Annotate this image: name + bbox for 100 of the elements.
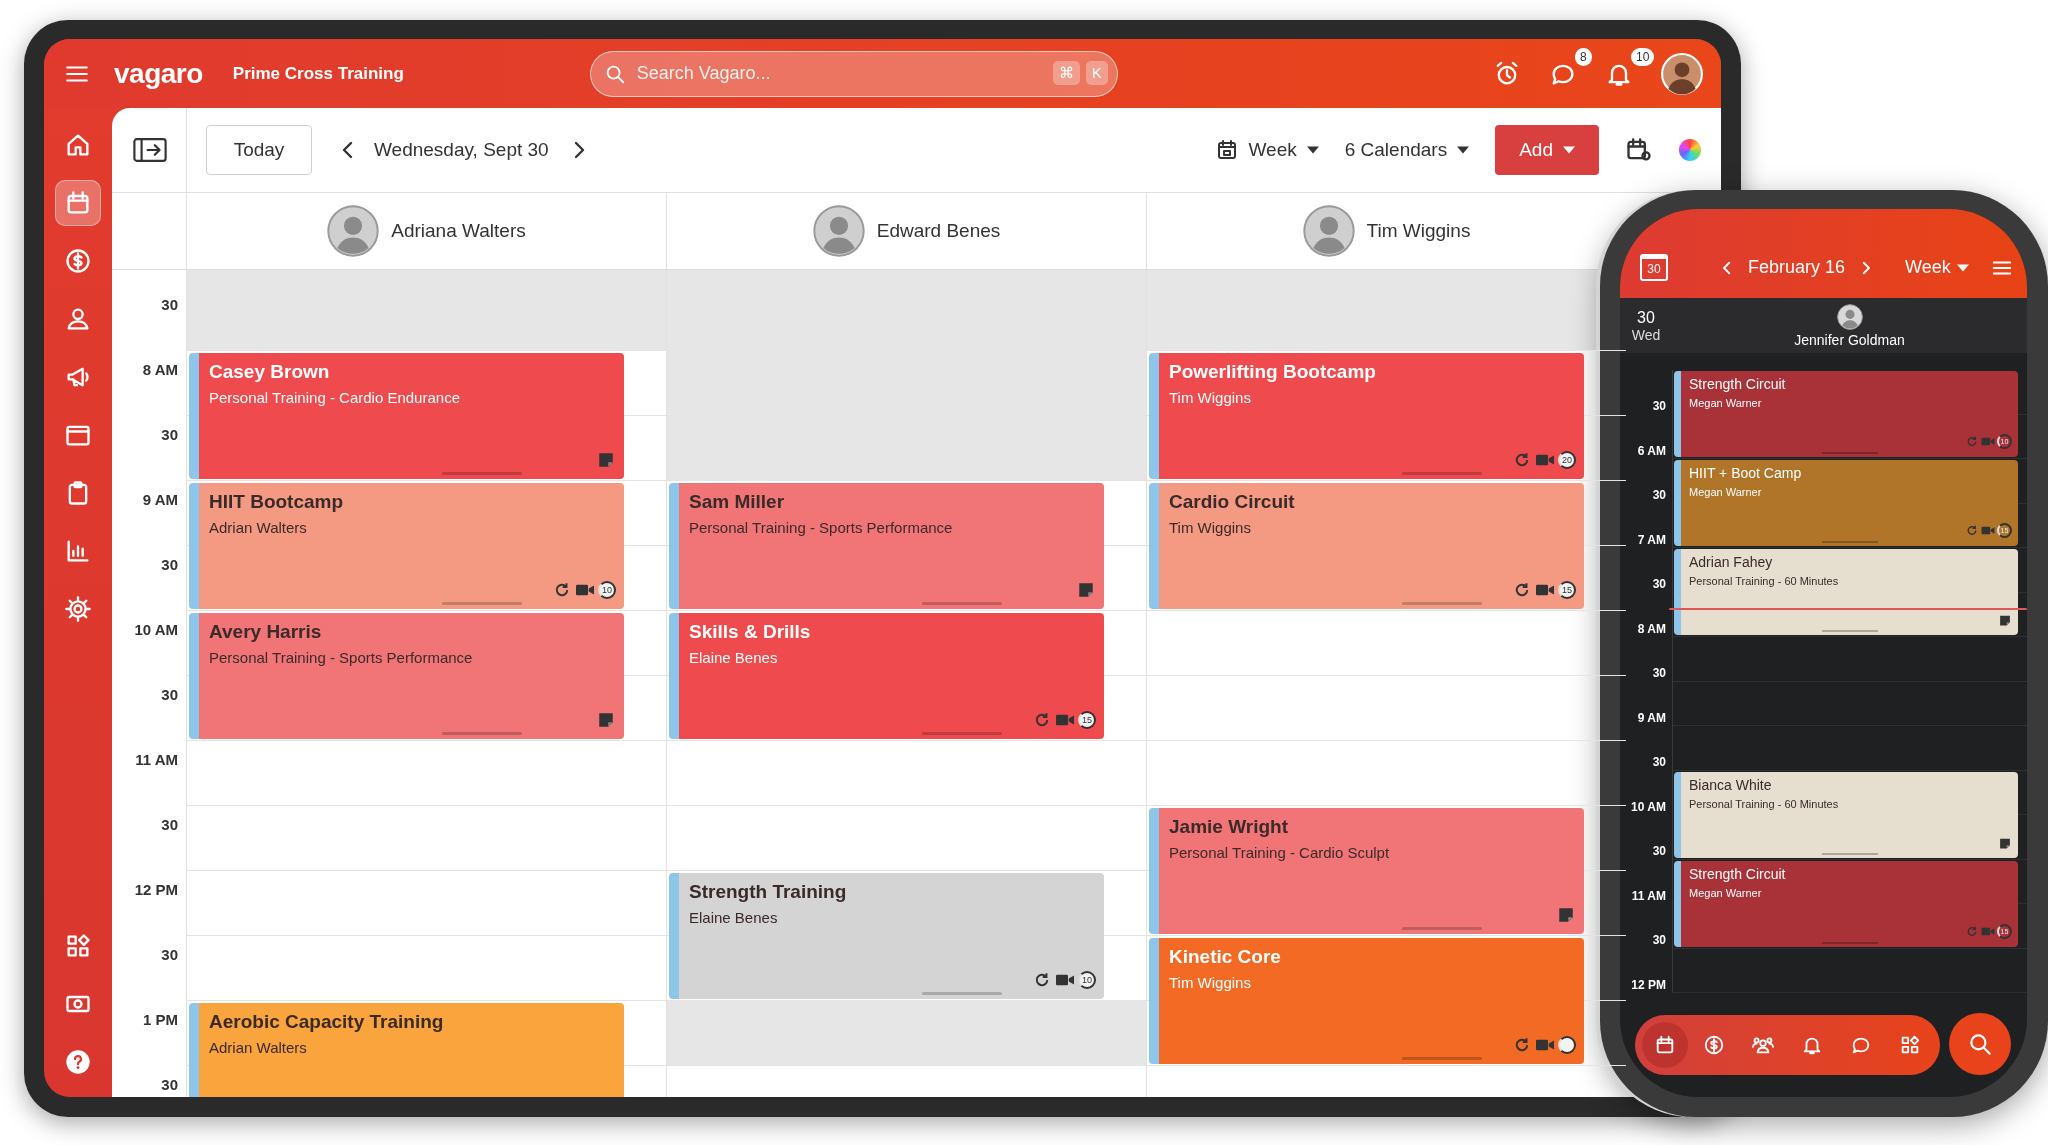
event-title: HIIT + Boot Camp <box>1689 465 1803 481</box>
appointment-card[interactable]: Adrian Fahey Personal Training - 60 Minutes <box>1674 549 2018 635</box>
avatar[interactable] <box>1661 52 1703 95</box>
time-label: 30 <box>1652 844 1666 858</box>
caret-icon <box>1563 146 1575 154</box>
staff-name: Edward Benes <box>876 220 1001 242</box>
time-label: 9 AM <box>142 491 178 508</box>
drag-handle[interactable] <box>921 992 1002 995</box>
calendars-dropdown[interactable]: 6 Calendars <box>1344 139 1470 161</box>
logo[interactable]: vagaro <box>114 57 203 90</box>
time-label: 12 PM <box>1631 977 1666 992</box>
event-title: Strength Training <box>689 881 848 903</box>
drag-handle[interactable] <box>441 472 522 475</box>
event-title: Bianca White <box>1689 776 1773 793</box>
time-label: 30 <box>161 816 178 833</box>
dollar-icon[interactable] <box>1703 1034 1726 1056</box>
event-subtitle: Personal Training - Cardio Sculpt <box>1169 844 1391 861</box>
sidebar-button[interactable] <box>55 180 101 226</box>
class-card[interactable]: Skills & Drills Elaine Benes 15 <box>669 613 1104 739</box>
view-dropdown[interactable]: Week <box>1214 138 1319 162</box>
time-label: 30 <box>161 426 178 443</box>
time-label: 30 <box>1652 488 1666 502</box>
today-button[interactable]: Today <box>206 125 312 175</box>
time-label: 8 AM <box>1637 621 1666 636</box>
sidebar-toggle-icon[interactable] <box>132 135 168 165</box>
note-icon <box>1076 581 1096 599</box>
time-label: 30 <box>1652 399 1666 413</box>
time-label: 30 <box>161 686 178 703</box>
help-icon[interactable] <box>64 1048 92 1076</box>
shortcut-key: K <box>1085 60 1108 85</box>
appointment-card[interactable]: Jamie Wright Personal Training - Cardio Sculpt <box>1149 808 1584 934</box>
search-icon[interactable] <box>1967 1031 1993 1057</box>
appointment-card[interactable]: Bianca White Personal Training - 60 Minutes <box>1674 771 2018 858</box>
class-card[interactable]: HIIT Bootcamp Adrian Walters 10 <box>189 483 624 609</box>
event-title: Avery Harris <box>209 621 323 643</box>
drag-handle[interactable] <box>1401 602 1482 605</box>
time-label: 30 <box>1652 666 1666 680</box>
drag-handle[interactable] <box>441 602 522 605</box>
event-title: Sam Miller <box>689 491 786 513</box>
dollar-icon[interactable] <box>64 247 92 275</box>
event-subtitle: Personal Training - 60 Minutes <box>1689 797 1840 810</box>
event-title: Cardio Circuit <box>1169 491 1296 513</box>
add-button[interactable]: Add <box>1495 125 1599 175</box>
event-subtitle: Personal Training - Sports Performance <box>689 519 954 536</box>
drag-handle[interactable] <box>441 732 522 735</box>
event-subtitle: Tim Wiggins <box>1169 389 1252 406</box>
time-label: 30 <box>161 1076 178 1093</box>
drag-handle[interactable] <box>921 602 1002 605</box>
time-label: 30 <box>1652 933 1666 947</box>
event-subtitle: Megan Warner <box>1689 397 1763 409</box>
time-label: 1 PM <box>143 1011 178 1028</box>
settings-icon[interactable] <box>64 595 92 623</box>
event-title: Kinetic Core <box>1169 946 1282 968</box>
event-title: Skills & Drills <box>689 621 812 643</box>
event-title: HIIT Bootcamp <box>209 491 345 513</box>
drag-handle[interactable] <box>1401 472 1482 475</box>
date-label: February 16 <box>1748 257 1846 278</box>
avatar <box>1302 205 1355 257</box>
event-subtitle: Tim Wiggins <box>1169 974 1252 991</box>
event-subtitle: Megan Warner <box>1689 886 1763 899</box>
calendar-icon[interactable]: 30 <box>1640 254 1668 281</box>
event-title: Casey Brown <box>209 361 331 383</box>
class-card[interactable]: Powerlifting Bootcamp Tim Wiggins 20 <box>1149 353 1584 479</box>
note-icon <box>596 711 616 729</box>
day-number: 30 <box>1637 308 1655 327</box>
class-card[interactable]: Cardio Circuit Tim Wiggins 15 <box>1149 483 1584 609</box>
avatar <box>812 205 865 257</box>
appointment-card[interactable]: Sam Miller Personal Training - Sports Performance <box>669 483 1104 609</box>
drag-handle[interactable] <box>1401 1057 1482 1060</box>
appointment-card[interactable]: Avery Harris Personal Training - Sports Performance <box>189 613 624 739</box>
time-label: 6 AM <box>1637 443 1666 458</box>
timer-badge: 20 <box>1558 451 1576 469</box>
drag-handle[interactable] <box>1821 852 1878 855</box>
event-title: Jamie Wright <box>1169 816 1289 838</box>
people-icon[interactable] <box>1752 1034 1775 1056</box>
drag-handle[interactable] <box>1821 941 1878 944</box>
view-dropdown[interactable]: Week <box>1905 257 1969 278</box>
weekday-label: Wed <box>1631 326 1661 343</box>
event-subtitle: Elaine Benes <box>689 649 779 666</box>
time-label: 30 <box>161 556 178 573</box>
class-card[interactable]: Aerobic Capacity Training Adrian Walters <box>189 1003 624 1097</box>
drag-handle[interactable] <box>921 732 1002 735</box>
nav-button[interactable] <box>1642 1022 1689 1068</box>
note-icon <box>1556 906 1576 924</box>
time-label: 30 <box>161 946 178 963</box>
count-badge: 8 <box>1575 47 1592 66</box>
event-title: Adrian Fahey <box>1689 554 1774 570</box>
drag-handle[interactable] <box>1821 541 1878 543</box>
count-badge: 10 <box>1631 47 1655 66</box>
appointment-card[interactable]: Casey Brown Personal Training - Cardio Endurance <box>189 353 624 479</box>
event-subtitle: Elaine Benes <box>689 909 779 926</box>
video-camera-icon <box>1981 435 1995 448</box>
note-icon <box>596 451 616 469</box>
class-card[interactable]: Strength Training Elaine Benes 10 <box>669 873 1104 999</box>
drag-handle[interactable] <box>1821 630 1878 632</box>
time-label: 30 <box>1652 755 1666 769</box>
timer-badge: 15 <box>1558 581 1576 599</box>
color-wheel-icon[interactable] <box>1679 139 1701 161</box>
drag-handle[interactable] <box>1821 452 1878 454</box>
drag-handle[interactable] <box>1401 927 1482 930</box>
